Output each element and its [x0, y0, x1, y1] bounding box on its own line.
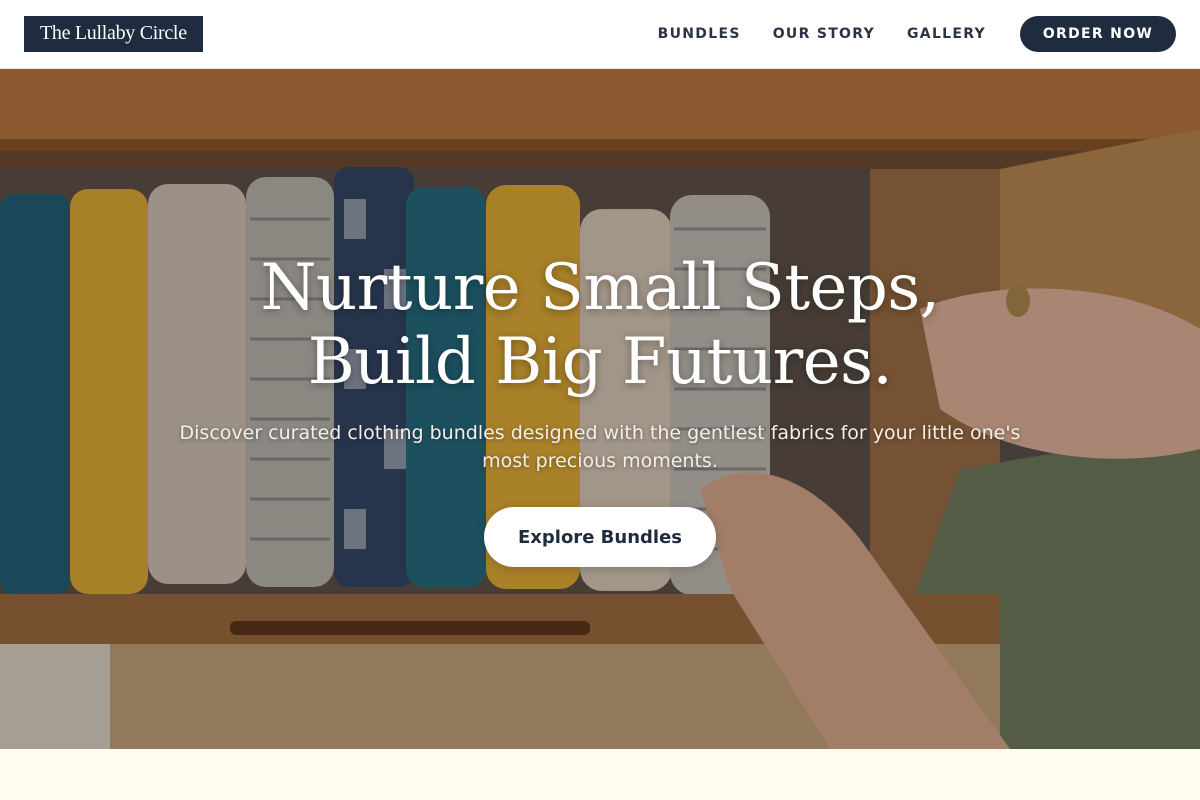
nav-link-bundles[interactable]: BUNDLES [658, 26, 741, 42]
site-logo[interactable]: The Lullaby Circle [24, 16, 203, 52]
site-header: The Lullaby Circle BUNDLES OUR STORY GAL… [0, 0, 1200, 69]
hero-title-line-2: Build Big Futures. [307, 325, 893, 399]
explore-bundles-button[interactable]: Explore Bundles [484, 507, 716, 567]
order-now-button[interactable]: ORDER NOW [1020, 16, 1176, 52]
nav-link-our-story[interactable]: OUR STORY [773, 26, 875, 42]
hero-title: Nurture Small Steps, Build Big Futures. [100, 251, 1100, 399]
hero-content: Nurture Small Steps, Build Big Futures. … [0, 69, 1200, 749]
hero-subtitle: Discover curated clothing bundles design… [179, 422, 1021, 472]
hero-title-line-1: Nurture Small Steps, [260, 251, 940, 325]
nav-link-gallery[interactable]: GALLERY [907, 26, 986, 42]
hero-section: Nurture Small Steps, Build Big Futures. … [0, 69, 1200, 749]
next-section [0, 749, 1200, 800]
main-nav: BUNDLES OUR STORY GALLERY ORDER NOW [626, 16, 1176, 52]
